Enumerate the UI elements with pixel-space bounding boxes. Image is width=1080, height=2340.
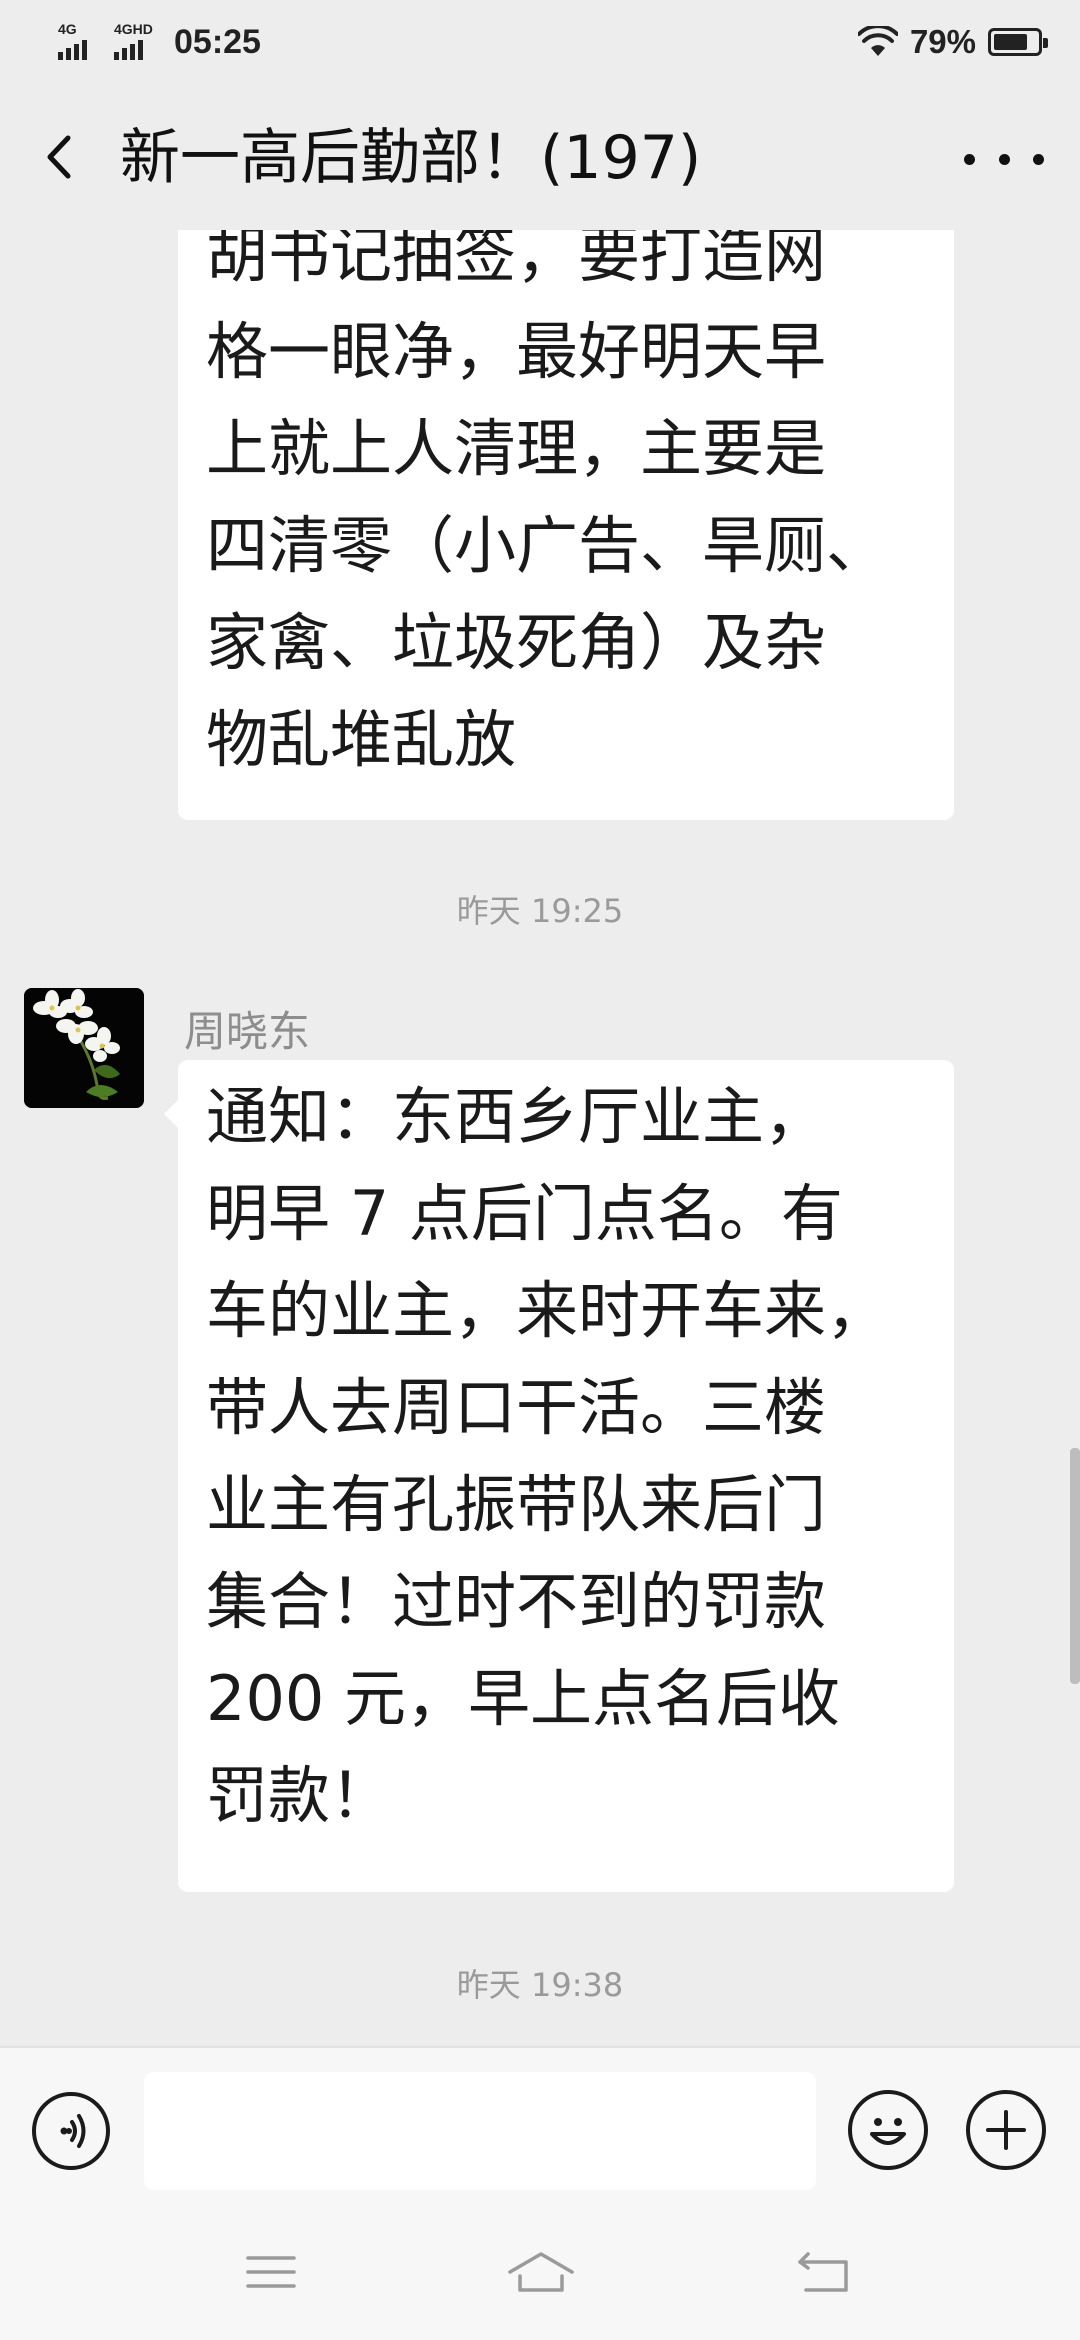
orchid-avatar-image [24,988,144,1108]
plus-icon [986,2110,1026,2150]
status-left: 4G 4GHD 05:25 [58,20,261,64]
nav-back-icon [798,2252,848,2292]
message-timestamp: 昨天 19:25 [456,892,624,930]
back-button[interactable] [30,122,90,192]
avatar[interactable] [24,988,144,1108]
wifi-icon [857,26,898,56]
scrollbar-thumb[interactable] [1070,1448,1080,1684]
signal-icon: 4GHD [114,22,156,62]
voice-icon [60,2114,86,2148]
chat-title: 新一高后勤部！(197) [120,123,702,193]
emoji-icon [870,2118,906,2145]
status-time: 05:25 [174,22,261,61]
battery-icon [988,28,1048,56]
battery-percent: 79% [909,23,976,60]
nav-back-button[interactable] [790,2242,860,2302]
voice-button[interactable] [32,2092,110,2170]
signal-label: 4GHD [114,21,153,37]
signal-label: 4G [58,21,77,37]
more-dots-icon [964,153,975,165]
chat-screen: 4G 4GHD 05:25 79% 新一高后勤部！(197) 胡书记抽签，要打造… [0,0,1080,2340]
menu-icon [246,2256,296,2288]
message-bubble[interactable]: 通知：东西乡厅业主， 明早 7 点后门点名。有 车的业主，来时开车来， 带人去周… [164,1060,954,1892]
input-bar [0,2046,1080,2206]
more-button[interactable] [964,124,1044,194]
chevron-left-icon [47,135,71,179]
sender-name: 周晓东 [184,1007,311,1056]
header: 新一高后勤部！(197) [0,84,1080,230]
more-functions-button[interactable] [966,2090,1046,2170]
status-right: 79% [857,20,1048,64]
system-nav-bar [0,2206,1080,2340]
message-input[interactable] [144,2072,816,2190]
status-bar: 4G 4GHD 05:25 79% [0,0,1080,84]
message-list[interactable]: 胡书记抽签，要打造网 格一眼净，最好明天早 上就上人清理，主要是 四清零（小广告… [0,230,1080,2046]
home-icon [508,2252,574,2292]
signal-icon: 4G [58,22,100,62]
nav-menu-button[interactable] [236,2242,306,2302]
nav-home-button[interactable] [506,2242,576,2302]
message-timestamp: 昨天 19:38 [456,1966,624,2004]
message-bubble[interactable]: 胡书记抽签，要打造网 格一眼净，最好明天早 上就上人清理，主要是 四清零（小广告… [178,230,954,820]
emoji-button[interactable] [848,2090,928,2170]
